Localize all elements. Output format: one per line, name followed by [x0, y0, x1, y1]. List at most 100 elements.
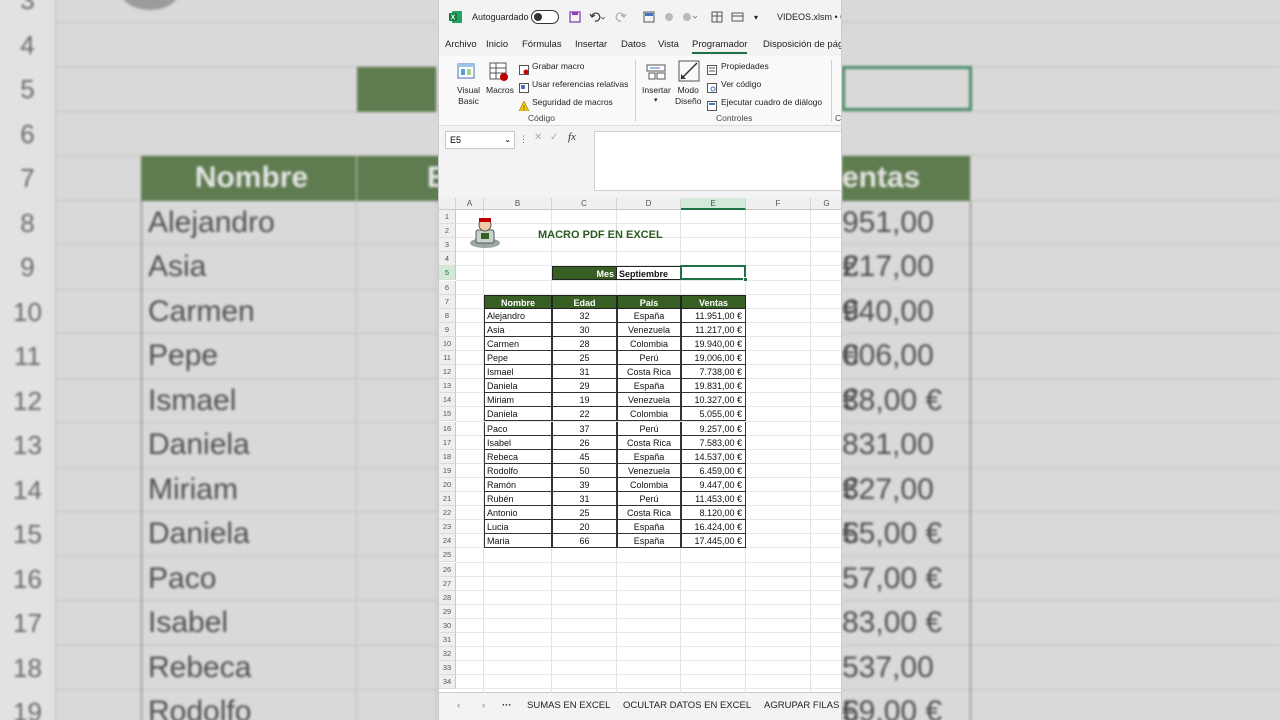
table-cell-country[interactable]: Colombia: [617, 336, 681, 351]
macros-button[interactable]: Macros: [486, 85, 514, 95]
table-header-ventas[interactable]: Ventas: [681, 294, 746, 309]
mes-value[interactable]: Septiembre: [617, 266, 681, 281]
row-header[interactable]: 30: [439, 618, 456, 633]
formula-input[interactable]: [594, 131, 841, 191]
table-cell-sales[interactable]: 14.537,00 €: [681, 449, 746, 464]
row-header[interactable]: 8: [439, 308, 456, 323]
column-header-c[interactable]: C: [552, 198, 617, 210]
tab-insertar[interactable]: Insertar: [575, 39, 607, 50]
row-header[interactable]: 4: [439, 252, 456, 267]
row-header[interactable]: 22: [439, 506, 456, 521]
tab-disposicion[interactable]: Disposición de pág: [763, 39, 841, 50]
table-cell-sales[interactable]: 7.583,00 €: [681, 435, 746, 450]
ver-codigo-button[interactable]: Ver código: [721, 79, 761, 89]
table-cell-name[interactable]: Pepe: [484, 351, 552, 366]
table-cell-name[interactable]: Antonio: [484, 506, 552, 521]
table-cell-country[interactable]: España: [617, 308, 681, 323]
column-header-f[interactable]: F: [746, 198, 811, 210]
modo-diseno-button[interactable]: Modo Diseño: [675, 85, 701, 107]
qat-more-icon[interactable]: ▾: [754, 8, 758, 26]
tab-vista[interactable]: Vista: [658, 39, 679, 50]
row-header[interactable]: 19: [439, 463, 456, 478]
table-cell-name[interactable]: Daniela: [484, 407, 552, 422]
qat-shape1-icon[interactable]: [663, 8, 675, 26]
table-cell-name[interactable]: Ismael: [484, 365, 552, 380]
more-sheets-icon[interactable]: ···: [502, 700, 512, 711]
relative-references-icon[interactable]: [519, 80, 529, 93]
table-cell-age[interactable]: 25: [552, 506, 617, 521]
table-cell-sales[interactable]: 19.831,00 €: [681, 379, 746, 394]
table-cell-country[interactable]: Costa Rica: [617, 506, 681, 521]
table-cell-name[interactable]: Rebeca: [484, 449, 552, 464]
table-cell-age[interactable]: 22: [552, 407, 617, 422]
table-cell-age[interactable]: 31: [552, 492, 617, 507]
column-header-e[interactable]: E: [681, 198, 746, 210]
table-cell-country[interactable]: Venezuela: [617, 393, 681, 408]
table-cell-age[interactable]: 66: [552, 534, 617, 549]
qat-form-icon[interactable]: [643, 8, 655, 26]
row-header[interactable]: 16: [439, 421, 456, 436]
table-cell-age[interactable]: 32: [552, 308, 617, 323]
design-mode-icon[interactable]: [678, 60, 700, 82]
row-header[interactable]: 6: [439, 280, 456, 295]
row-header[interactable]: 34: [439, 675, 456, 690]
table-cell-name[interactable]: Daniela: [484, 379, 552, 394]
tab-formulas[interactable]: Fórmulas: [522, 39, 562, 50]
table-cell-age[interactable]: 31: [552, 365, 617, 380]
insert-function-icon[interactable]: fx: [568, 131, 576, 143]
macros-icon[interactable]: [488, 60, 510, 82]
table-cell-name[interactable]: Alejandro: [484, 308, 552, 323]
seguridad-macros-button[interactable]: Seguridad de macros: [532, 97, 613, 107]
row-header[interactable]: 10: [439, 336, 456, 351]
table-cell-name[interactable]: Paco: [484, 421, 552, 436]
row-header[interactable]: 3: [439, 238, 456, 253]
table-cell-country[interactable]: España: [617, 379, 681, 394]
column-header-a[interactable]: A: [456, 198, 484, 210]
visual-basic-icon[interactable]: [456, 60, 478, 82]
run-dialog-icon[interactable]: [707, 98, 717, 111]
view-code-icon[interactable]: [707, 80, 717, 93]
row-header[interactable]: 18: [439, 449, 456, 464]
table-cell-name[interactable]: Lucia: [484, 520, 552, 535]
properties-icon[interactable]: [707, 62, 717, 75]
row-header[interactable]: 32: [439, 647, 456, 662]
sheet-tab-sumas[interactable]: SUMAS EN EXCEL: [527, 700, 610, 711]
table-cell-age[interactable]: 20: [552, 520, 617, 535]
grabar-macro-button[interactable]: Grabar macro: [532, 61, 584, 71]
insert-control-icon[interactable]: [646, 61, 668, 83]
table-cell-sales[interactable]: 10.327,00 €: [681, 393, 746, 408]
table-cell-sales[interactable]: 11.217,00 €: [681, 322, 746, 337]
row-header[interactable]: 21: [439, 492, 456, 507]
select-all-corner[interactable]: [439, 198, 456, 210]
table-cell-name[interactable]: Maria: [484, 534, 552, 549]
table-header-edad[interactable]: Edad: [552, 294, 617, 309]
warning-icon[interactable]: !: [518, 98, 530, 112]
table-cell-country[interactable]: España: [617, 449, 681, 464]
table-cell-name[interactable]: Rubén: [484, 492, 552, 507]
row-header[interactable]: 13: [439, 379, 456, 394]
sheet-tab-ocultar[interactable]: OCULTAR DATOS EN EXCEL: [623, 700, 751, 711]
insertar-control-button[interactable]: Insertar: [642, 85, 671, 95]
ejecutar-cuadro-button[interactable]: Ejecutar cuadro de diálogo: [721, 97, 822, 107]
row-header[interactable]: 15: [439, 407, 456, 422]
row-header[interactable]: 17: [439, 435, 456, 450]
row-header[interactable]: 9: [439, 322, 456, 337]
row-header[interactable]: 25: [439, 548, 456, 563]
table-cell-sales[interactable]: 9.447,00 €: [681, 477, 746, 492]
row-header[interactable]: 24: [439, 534, 456, 549]
table-cell-country[interactable]: Perú: [617, 492, 681, 507]
row-header[interactable]: 20: [439, 477, 456, 492]
table-cell-age[interactable]: 50: [552, 463, 617, 478]
row-header[interactable]: 31: [439, 633, 456, 648]
qat-shape2-icon[interactable]: [681, 8, 697, 26]
prev-sheet-icon[interactable]: ‹: [457, 700, 460, 711]
row-header[interactable]: 1: [439, 210, 456, 225]
table-cell-age[interactable]: 45: [552, 449, 617, 464]
name-box[interactable]: E5 ⌄: [445, 131, 515, 149]
table-cell-country[interactable]: Costa Rica: [617, 365, 681, 380]
row-header[interactable]: 29: [439, 604, 456, 619]
record-macro-icon[interactable]: [519, 62, 529, 75]
enter-icon[interactable]: ✓: [550, 132, 558, 143]
usar-referencias-button[interactable]: Usar referencias relativas: [532, 79, 628, 89]
row-header[interactable]: 5: [439, 266, 456, 281]
